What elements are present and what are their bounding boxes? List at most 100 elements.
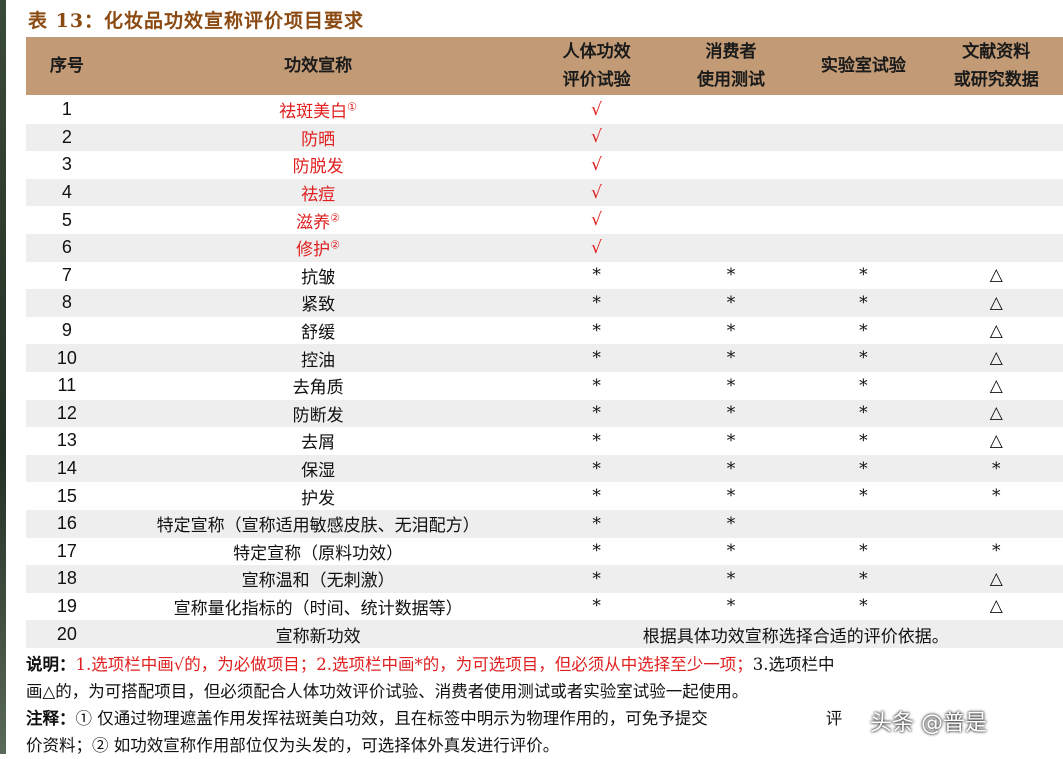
row-human-test: * (592, 403, 601, 424)
row-claim-text: 控油 (301, 350, 336, 371)
notes-black-part: 3.选项栏中 (752, 655, 835, 674)
row-consumer-test: * (726, 320, 736, 341)
row-claim-text: 祛斑美白 (279, 102, 348, 123)
table-body: 1 祛斑美白① √ 2 防晒 √ 3 防脱发 √ 4 祛痘 √ 5 滋养② √ 6 修护② √ 7 抗皱 * * * △ 8 紧致… (26, 96, 1063, 648)
table-row: 4 祛痘 √ (26, 178, 1063, 207)
table-row: 18 宣称温和（无刺激） * * * △ (26, 565, 1063, 593)
row-claim-text: 紧致 (301, 295, 336, 316)
row-claim-footnote: ① (347, 100, 358, 114)
table-row: 17 特定宣称（原料功效） * * * * (26, 538, 1063, 566)
notes-label: 说明： (26, 655, 76, 674)
row-consumer-test: * (726, 348, 736, 369)
table-row: 1 祛斑美白① √ (26, 96, 1063, 124)
row-claim-text: 特定宣称（宣称适用敏感皮肤、无泪配方） (156, 516, 480, 537)
header-no: 序号 (49, 56, 84, 76)
table-row: 12 防断发 * * * △ (26, 399, 1063, 428)
header-consumer-line1: 消费者 (705, 42, 757, 62)
row-number: 11 (57, 375, 77, 396)
row-number: 2 (61, 126, 72, 147)
table-row: 6 修护② √ (26, 233, 1063, 262)
row-human-test: √ (591, 182, 603, 203)
row-consumer-test: * (726, 458, 736, 479)
table-row: 3 防脱发 √ (26, 151, 1063, 179)
row-claim: 祛痘 (108, 180, 529, 205)
row-lab-test: * (859, 348, 868, 369)
row-consumer-test: * (726, 403, 736, 424)
table-row: 9 舒缓 * * * △ (26, 317, 1063, 345)
row-human-test: * (592, 430, 601, 451)
row-lab-test: * (859, 403, 868, 424)
row-lab-test: * (859, 486, 868, 507)
row-consumer-test: * (726, 430, 736, 451)
row-claim-footnote: ② (330, 238, 341, 252)
table-row: 10 控油 * * * △ (26, 344, 1063, 372)
notes-red-part: 1.选项栏中画√的，为必做项目；2.选项栏中画*的，为可选项目，但必须从中选择至… (75, 655, 753, 674)
row-number: 19 (56, 595, 77, 616)
row-human-test: √ (591, 237, 603, 258)
row-consumer-test: * (726, 541, 736, 562)
header-human-line1: 人体功效 (562, 42, 631, 62)
header-literature-line1: 文献资料 (962, 42, 1031, 62)
row-claim: 防断发 (108, 401, 529, 426)
row-literature: * (992, 486, 1001, 507)
row-number: 1 (61, 99, 72, 120)
row-claim-footnote: ② (330, 211, 341, 225)
row-claim: 控油 (108, 346, 529, 371)
row-lab-test: * (859, 292, 868, 313)
row-lab-test: * (859, 596, 868, 617)
table-row: 16 特定宣称（宣称适用敏感皮肤、无泪配方） * * (26, 509, 1063, 538)
row-human-test: * (592, 375, 601, 396)
row-consumer-test: * (726, 265, 736, 286)
row-claim-text: 防脱发 (292, 157, 344, 178)
row-human-test: √ (591, 210, 603, 231)
row-claim: 舒缓 (108, 318, 529, 343)
notes-line-2: 画△的，为可搭配项目，但必须配合人体功效评价试验、消费者使用测试或者实验室试验一… (26, 682, 749, 701)
row-human-test: √ (591, 99, 603, 120)
row-human-test: * (592, 458, 601, 479)
row-claim: 宣称温和（无刺激） (108, 566, 529, 591)
row-claim: 修护② (108, 235, 529, 261)
row-lab-test: * (859, 458, 868, 479)
row-number: 9 (61, 320, 72, 341)
row-span-note: 根据具体功效宣称选择合适的评价依据。 (642, 626, 949, 647)
row-consumer-test: * (726, 375, 736, 396)
table-row: 15 护发 * * * * (26, 482, 1063, 510)
header-consumer-line2: 使用测试 (696, 70, 765, 90)
row-human-test: * (592, 513, 601, 534)
table-row: 2 防晒 √ (26, 123, 1063, 152)
row-consumer-test: * (726, 513, 736, 534)
row-number: 5 (61, 209, 72, 230)
row-human-test: * (592, 568, 601, 589)
row-literature: △ (989, 375, 1003, 396)
row-human-test: √ (591, 154, 603, 175)
row-claim: 防晒 (108, 125, 529, 150)
row-number: 12 (56, 402, 77, 423)
row-claim-text: 祛痘 (301, 185, 336, 206)
row-human-test: * (592, 320, 601, 341)
row-human-test: * (592, 596, 601, 617)
table-row: 5 滋养② √ (26, 206, 1063, 234)
header-consumer-test: 消费者 使用测试 (665, 38, 797, 94)
row-lab-test: * (859, 541, 868, 562)
row-claim-text: 保湿 (301, 461, 336, 482)
header-human-test: 人体功效 评价试验 (528, 38, 664, 94)
left-edge-strip (0, 0, 6, 754)
row-claim: 防脱发 (108, 152, 529, 177)
header-literature: 文献资料 或研究数据 (930, 38, 1063, 94)
row-claim: 去角质 (108, 373, 529, 398)
row-literature: △ (989, 568, 1003, 589)
header-lab-test: 实验室试验 (820, 56, 906, 76)
row-claim-text: 滋养 (296, 212, 331, 233)
row-literature: △ (989, 348, 1003, 369)
row-claim: 宣称量化指标的（时间、统计数据等） (108, 594, 529, 619)
row-claim-text: 修护 (296, 240, 331, 261)
header-claim: 功效宣称 (284, 56, 353, 76)
header-human-line2: 评价试验 (562, 70, 631, 90)
table-row: 11 去角质 * * * △ (26, 372, 1063, 400)
row-claim-text: 去角质 (292, 378, 344, 399)
row-claim-text: 防晒 (301, 129, 336, 150)
row-literature: △ (989, 403, 1003, 424)
remark-label: 注释： (26, 709, 76, 728)
row-lab-test: * (859, 568, 868, 589)
row-lab-test: * (859, 430, 868, 451)
